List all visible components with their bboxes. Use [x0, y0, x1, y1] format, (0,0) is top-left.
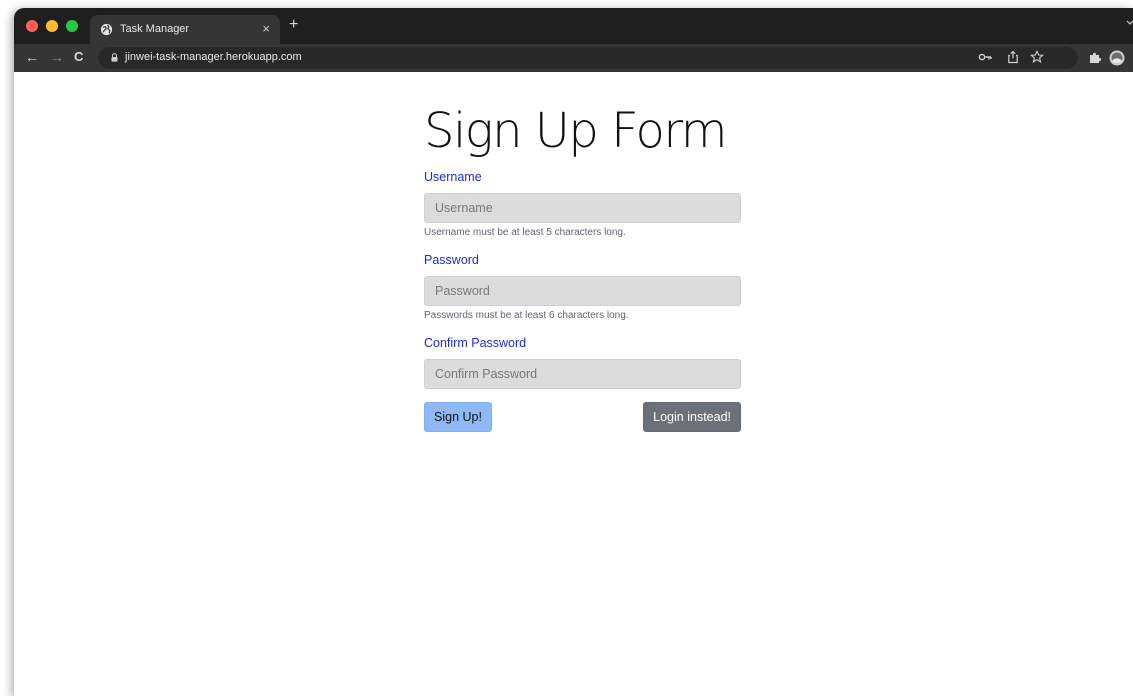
share-icon[interactable] — [1006, 50, 1020, 64]
globe-icon — [100, 23, 113, 36]
sign-up-button[interactable]: Sign Up! — [424, 402, 492, 432]
star-icon[interactable] — [1030, 50, 1044, 64]
url-text[interactable]: jinwei-task-manager.herokuapp.com — [125, 51, 302, 63]
key-icon[interactable] — [978, 50, 994, 64]
browser-toolbar: ← → C jinwei-task-manager.herokuapp.com — [14, 44, 1133, 72]
reload-button[interactable]: C — [74, 49, 83, 65]
tab-strip: Task Manager × + — [14, 8, 1133, 44]
username-input[interactable] — [424, 193, 741, 223]
back-button[interactable]: ← — [25, 49, 39, 65]
close-window-button[interactable] — [26, 20, 38, 32]
confirm-password-label: Confirm Password — [424, 336, 527, 350]
form-actions: Sign Up! Login instead! — [424, 402, 741, 432]
tab-close-icon[interactable]: × — [262, 21, 270, 37]
profile-avatar[interactable] — [1109, 50, 1125, 66]
tab-task-manager[interactable]: Task Manager × — [90, 15, 280, 44]
login-instead-button[interactable]: Login instead! — [643, 402, 741, 432]
tab-search-chevron-icon[interactable] — [1125, 18, 1133, 28]
page-content: Sign Up Form Username Username must be a… — [14, 72, 1133, 696]
forward-button[interactable]: → — [50, 49, 64, 65]
username-label: Username — [424, 170, 482, 184]
minimize-window-button[interactable] — [46, 20, 58, 32]
new-tab-button[interactable]: + — [289, 16, 298, 34]
signup-form: Sign Up Form Username Username must be a… — [424, 102, 741, 432]
confirm-password-input[interactable] — [424, 359, 741, 389]
tab-title: Task Manager — [120, 23, 190, 35]
username-help-text: Username must be at least 5 characters l… — [424, 227, 626, 238]
lock-icon[interactable] — [111, 53, 118, 62]
address-bar[interactable]: jinwei-task-manager.herokuapp.com — [98, 47, 1078, 69]
password-help-text: Passwords must be at least 6 characters … — [424, 310, 629, 321]
password-input[interactable] — [424, 276, 741, 306]
browser-window: Task Manager × + ← → C jinwei-task-manag… — [14, 8, 1133, 696]
screen: Task Manager × + ← → C jinwei-task-manag… — [0, 0, 1133, 696]
puzzle-icon[interactable] — [1087, 50, 1103, 66]
page-title: Sign Up Form — [424, 103, 728, 159]
maximize-window-button[interactable] — [66, 20, 78, 32]
password-label: Password — [424, 253, 479, 267]
